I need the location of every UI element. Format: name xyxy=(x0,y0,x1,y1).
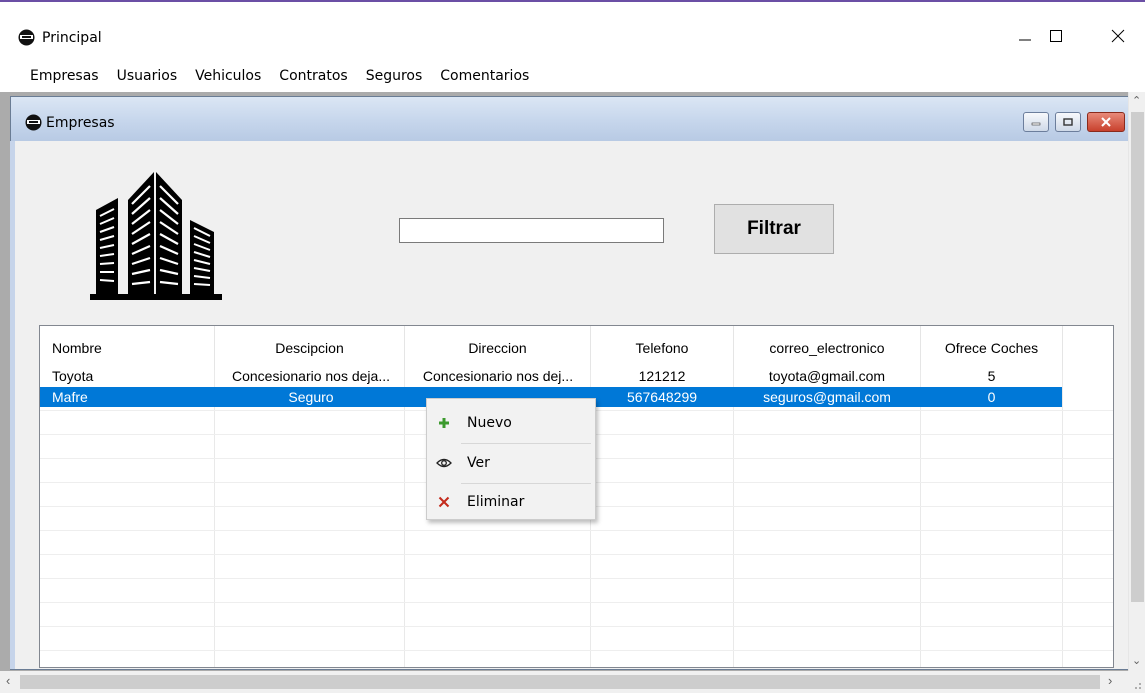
minimize-icon xyxy=(1019,39,1031,41)
horizontal-scrollbar-thumb[interactable] xyxy=(20,675,1100,689)
vertical-scrollbar[interactable]: ⌃ ⌄ xyxy=(1128,92,1145,671)
cell-correo: seguros@gmail.com xyxy=(763,389,891,405)
cell-correo: toyota@gmail.com xyxy=(768,368,886,384)
context-menu: Nuevo Ver Eliminar xyxy=(426,398,596,520)
header-separator xyxy=(590,326,591,370)
cell-nombre: Toyota xyxy=(52,368,94,384)
context-menu-item-nuevo[interactable]: Nuevo xyxy=(429,406,593,440)
menu-empresas[interactable]: Empresas xyxy=(22,62,107,90)
grid-row-line xyxy=(40,602,1113,603)
vertical-scrollbar-thumb[interactable] xyxy=(1131,112,1144,602)
header-separator xyxy=(920,326,921,370)
column-header-ofrece-coches[interactable]: Ofrece Coches xyxy=(921,326,1062,370)
building-icon xyxy=(90,172,222,300)
scroll-left-icon[interactable]: ‹ xyxy=(6,673,10,688)
window-title: Principal xyxy=(42,30,102,46)
context-menu-separator xyxy=(461,443,591,444)
child-app-icon xyxy=(25,114,42,131)
filter-button[interactable]: Filtrar xyxy=(714,204,834,254)
child-close-button[interactable] xyxy=(1087,112,1125,132)
column-header-direccion[interactable]: Direccion xyxy=(405,326,590,370)
context-menu-label: Nuevo xyxy=(467,415,512,431)
cell-descipcion: Concesionario nos deja... xyxy=(232,368,390,384)
grid-row-line xyxy=(40,554,1113,555)
menubar: Empresas Usuarios Vehiculos Contratos Se… xyxy=(0,60,1145,92)
maximize-button[interactable] xyxy=(1033,16,1079,56)
header-separator xyxy=(1062,326,1063,370)
cell-nombre: Mafre xyxy=(52,389,88,405)
child-titlebar[interactable]: Empresas xyxy=(11,97,1133,141)
grid-row-line xyxy=(40,650,1113,651)
column-header-correo-electronico[interactable]: correo_electronico xyxy=(734,326,920,370)
child-window-border xyxy=(10,141,15,669)
column-header-nombre[interactable]: Nombre xyxy=(52,326,212,370)
context-menu-label: Eliminar xyxy=(467,494,525,510)
column-header-descipcion[interactable]: Descipcion xyxy=(215,326,404,370)
cell-telefono: 567648299 xyxy=(626,389,698,405)
grid-row-line xyxy=(40,530,1113,531)
horizontal-scrollbar[interactable]: ‹ › xyxy=(0,671,1145,693)
eye-icon xyxy=(436,458,452,468)
grid-column-line xyxy=(1062,326,1063,667)
cell-ofrece-coches: 0 xyxy=(987,389,996,405)
child-maximize-button[interactable] xyxy=(1055,112,1081,132)
filter-input[interactable] xyxy=(399,218,664,243)
close-button[interactable] xyxy=(1095,16,1141,56)
child-window-title: Empresas xyxy=(46,115,115,131)
cell-telefono: 121212 xyxy=(638,368,686,384)
context-menu-item-eliminar[interactable]: Eliminar xyxy=(429,485,593,519)
cell-direccion: Concesionario nos dej... xyxy=(422,368,574,384)
child-minimize-button[interactable] xyxy=(1023,112,1049,132)
column-header-telefono[interactable]: Telefono xyxy=(591,326,733,370)
close-icon xyxy=(1111,29,1125,43)
context-menu-separator xyxy=(461,483,591,484)
delete-x-icon xyxy=(438,496,450,508)
scroll-down-icon[interactable]: ⌄ xyxy=(1132,654,1141,667)
context-menu-item-ver[interactable]: Ver xyxy=(429,446,593,480)
header-separator xyxy=(733,326,734,370)
app-icon xyxy=(18,29,35,46)
close-icon xyxy=(1101,117,1111,127)
menu-seguros[interactable]: Seguros xyxy=(358,62,431,90)
maximize-icon xyxy=(1050,30,1062,42)
maximize-icon xyxy=(1063,118,1073,126)
menu-comentarios[interactable]: Comentarios xyxy=(432,62,537,90)
menu-usuarios[interactable]: Usuarios xyxy=(109,62,186,90)
table-row[interactable]: Toyota Concesionario nos deja... Concesi… xyxy=(40,366,1062,386)
cell-ofrece-coches: 5 xyxy=(987,368,996,384)
scroll-up-icon[interactable]: ⌃ xyxy=(1132,94,1141,107)
header-separator xyxy=(404,326,405,370)
window-titlebar[interactable]: Principal xyxy=(0,2,1145,60)
grid-row-line xyxy=(40,578,1113,579)
grid-row-line xyxy=(40,626,1113,627)
menu-vehiculos[interactable]: Vehiculos xyxy=(187,62,269,90)
menu-contratos[interactable]: Contratos xyxy=(271,62,355,90)
scroll-right-icon[interactable]: › xyxy=(1108,673,1112,688)
minimize-icon xyxy=(1031,122,1041,126)
plus-icon xyxy=(439,418,449,428)
context-menu-label: Ver xyxy=(467,455,490,471)
header-separator xyxy=(214,326,215,370)
resize-grip-icon[interactable] xyxy=(1128,676,1143,691)
cell-descipcion: Seguro xyxy=(288,389,334,405)
